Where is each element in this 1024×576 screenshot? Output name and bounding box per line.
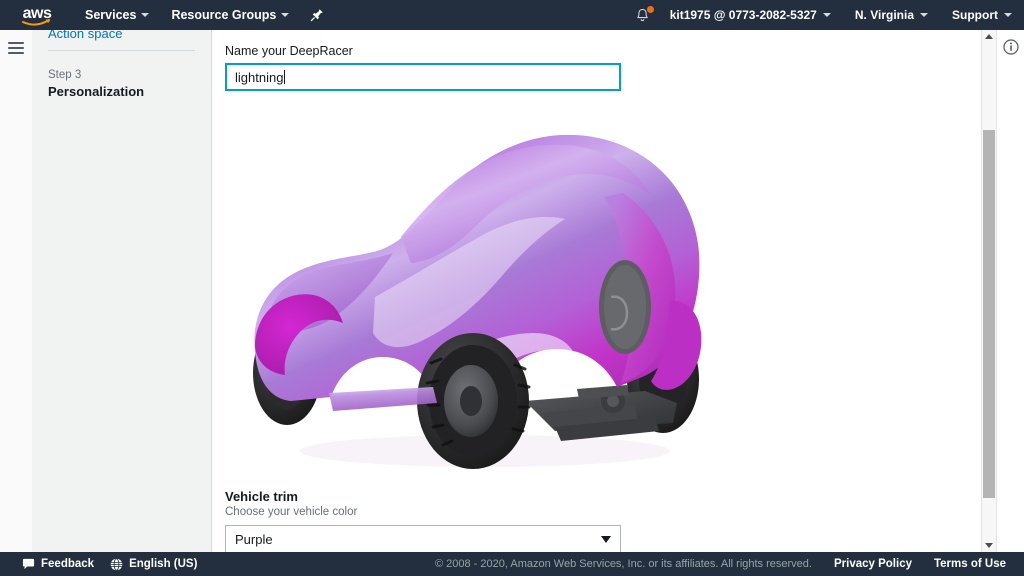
feedback-label: Feedback	[41, 558, 95, 570]
vehicle-trim-section: Vehicle trim Choose your vehicle color P…	[225, 489, 996, 552]
scroll-down-arrow-icon[interactable]	[985, 543, 993, 548]
pin-icon	[311, 9, 324, 22]
hamburger-icon-line	[8, 47, 24, 49]
chevron-down-icon	[141, 13, 150, 17]
notification-button[interactable]	[631, 0, 658, 30]
privacy-policy-link[interactable]: Privacy Policy	[834, 558, 912, 570]
language-selector[interactable]: English (US)	[110, 557, 198, 571]
nav-account-label: kit1975 @ 0773-2082-5327	[669, 8, 817, 22]
globe-icon	[110, 557, 123, 571]
language-label: English (US)	[129, 558, 198, 570]
nav-region-label: N. Virginia	[854, 8, 914, 22]
deepracer-vehicle-customization-page: aws Services Resource Groups kit1975 @ 0…	[0, 0, 1024, 576]
sidebar-step-title: Personalization	[48, 84, 145, 99]
info-circle-icon[interactable]	[1003, 39, 1019, 55]
chevron-down-icon	[281, 13, 290, 17]
chevron-down-icon	[1004, 13, 1012, 17]
copyright-text: © 2008 - 2020, Amazon Web Services, Inc.…	[434, 558, 812, 570]
deepracer-name-input[interactable]: lightning	[225, 63, 621, 91]
main-content: Name your DeepRacer lightning Vehicle tr…	[213, 30, 996, 552]
content-inner: Name your DeepRacer lightning Vehicle tr…	[213, 30, 996, 552]
nav-resource-groups-label: Resource Groups	[171, 8, 277, 22]
left-rail	[0, 30, 32, 552]
nav-account-menu[interactable]: kit1975 @ 0773-2082-5327	[658, 0, 843, 30]
deepracer-car-illustration	[253, 134, 702, 469]
nav-resource-groups-menu[interactable]: Resource Groups	[160, 0, 300, 30]
nav-support-menu[interactable]: Support	[940, 0, 1024, 30]
footer-left-group: Feedback English (US)	[0, 557, 198, 571]
vehicle-color-selected-value: Purple	[235, 531, 273, 547]
nav-region-menu[interactable]: N. Virginia	[843, 0, 940, 30]
info-panel-rail	[996, 30, 1024, 552]
scroll-up-arrow-icon[interactable]	[985, 34, 993, 39]
deepracer-name-value: lightning	[235, 69, 284, 85]
hamburger-icon-line	[8, 52, 24, 54]
vehicle-trim-title: Vehicle trim	[225, 489, 298, 504]
aws-logo-swoosh-icon	[22, 19, 51, 26]
vehicle-preview-image	[225, 101, 745, 481]
top-navigation-bar: aws Services Resource Groups kit1975 @ 0…	[0, 0, 1024, 30]
aws-logo[interactable]: aws	[0, 0, 74, 30]
content-scrollbar[interactable]	[981, 30, 996, 552]
steps-sidebar: Action space Step 3 Personalization	[32, 30, 212, 552]
hamburger-icon-line	[8, 42, 24, 44]
sidebar-toggle-button[interactable]	[8, 42, 24, 54]
sidebar-item-action-space[interactable]: Action space	[48, 30, 195, 41]
nav-services-label: Services	[85, 8, 137, 22]
vehicle-color-select[interactable]: Purple	[225, 525, 621, 552]
feedback-speech-bubble-icon	[22, 558, 35, 569]
feedback-link[interactable]: Feedback	[22, 558, 94, 571]
name-field-label: Name your DeepRacer	[225, 44, 353, 58]
sidebar-step-number: Step 3	[48, 69, 82, 81]
page-footer: Feedback English (US) © 2008 - 2020, Ama…	[0, 552, 1024, 576]
terms-of-use-link[interactable]: Terms of Use	[934, 558, 1006, 570]
notification-badge-dot	[646, 6, 654, 13]
footer-right-group: © 2008 - 2020, Amazon Web Services, Inc.…	[435, 558, 1024, 570]
nav-support-label: Support	[952, 8, 998, 22]
text-cursor	[284, 70, 286, 84]
chevron-down-icon	[822, 13, 831, 17]
scrollbar-thumb[interactable]	[983, 130, 995, 498]
chevron-down-icon	[920, 13, 928, 17]
chevron-down-icon	[601, 535, 611, 543]
sidebar-divider	[48, 50, 195, 51]
nav-services-menu[interactable]: Services	[74, 0, 160, 30]
vehicle-trim-subtitle: Choose your vehicle color	[225, 506, 358, 518]
vehicle-sensor-pod	[599, 260, 651, 354]
pin-shortcut-button[interactable]	[300, 0, 334, 30]
